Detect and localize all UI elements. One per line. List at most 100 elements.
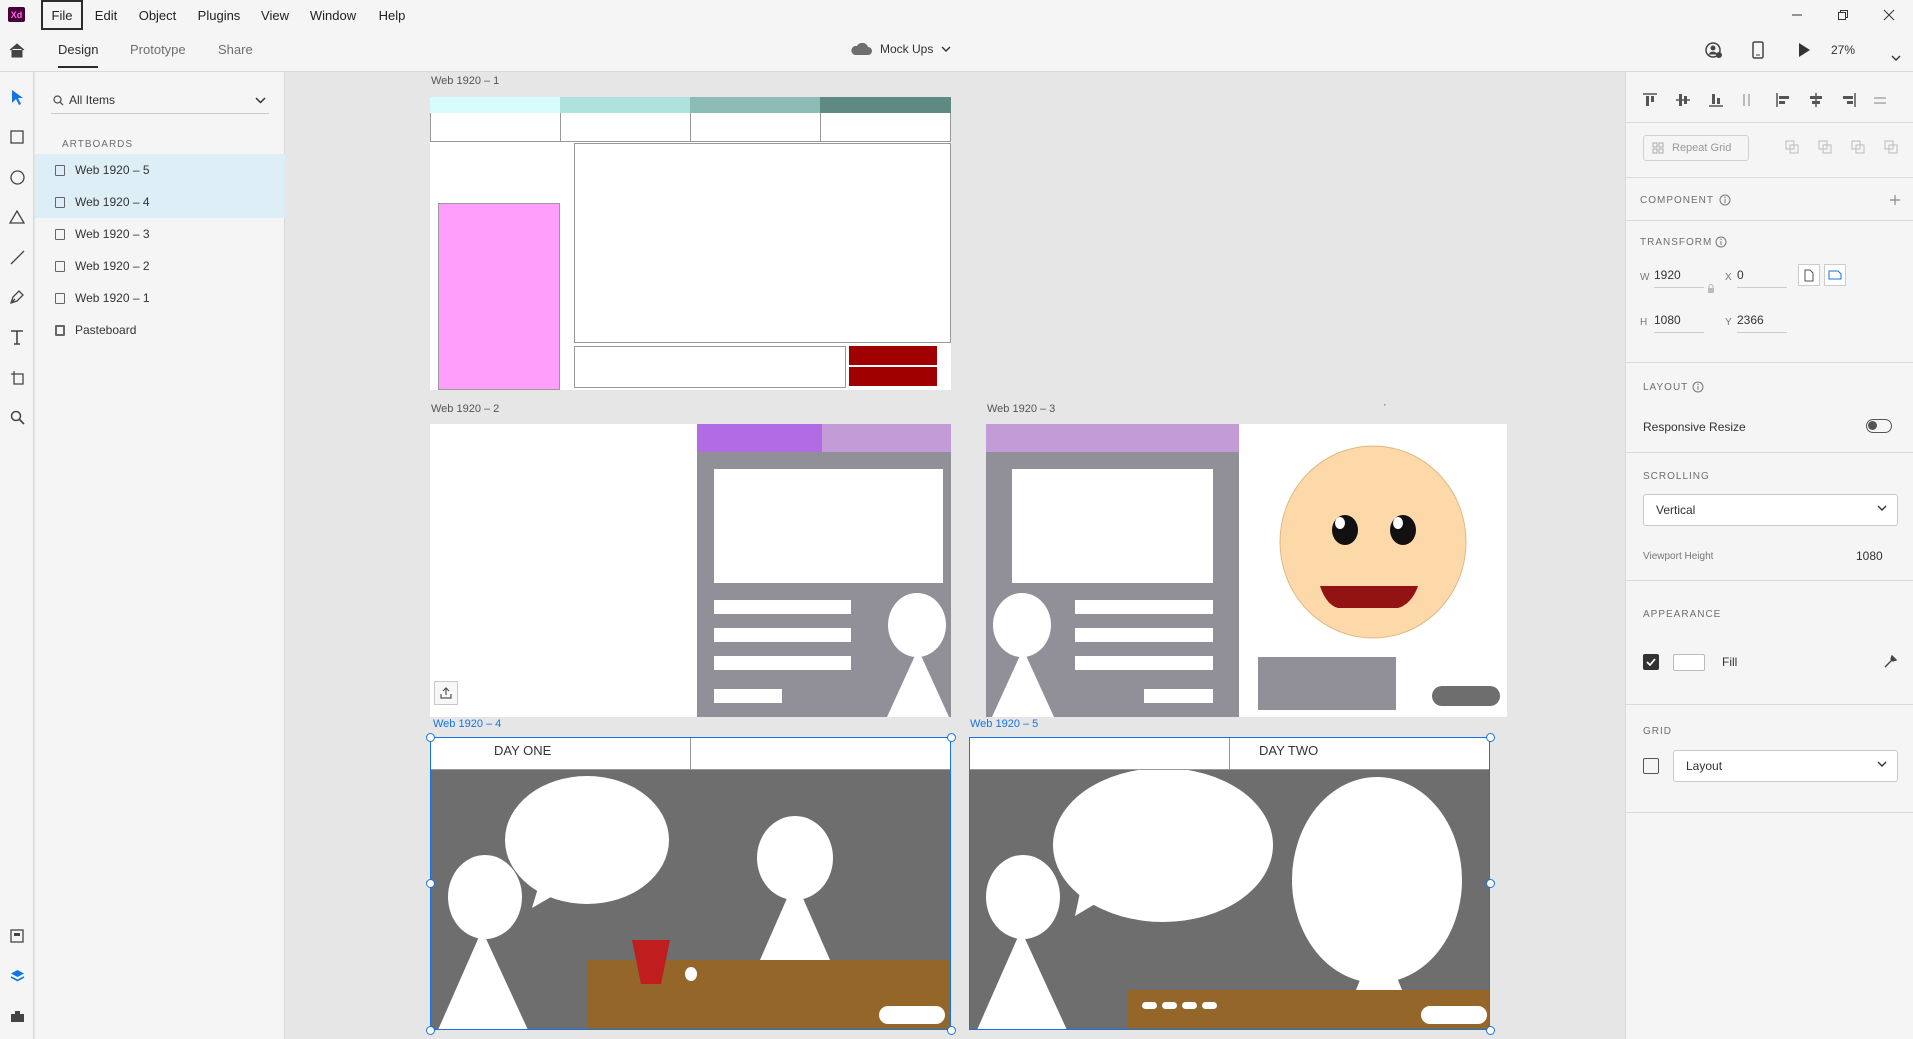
artboard-icon [55,292,65,304]
menu-bar: Xd File Edit Object Plugins View Window … [0,0,1913,30]
distribute-horizontal-icon[interactable] [1870,90,1890,110]
tab-share[interactable]: Share [218,42,253,57]
line-tool-icon[interactable] [6,246,28,268]
grid-checkbox[interactable] [1643,758,1659,774]
resize-handle[interactable] [947,1026,956,1035]
fill-color-swatch[interactable] [1673,654,1705,671]
lock-aspect-icon[interactable] [1707,284,1715,294]
layer-item-web-1920-4[interactable]: Web 1920 – 4 [35,186,285,218]
top-bar: Mock Ups 27% [0,30,1913,72]
tab-design[interactable]: Design [58,42,98,57]
device-preview-icon[interactable] [1752,41,1764,64]
pen-tool-icon[interactable] [6,286,28,308]
artboard-label-4[interactable]: Web 1920 – 4 [433,718,501,730]
zoom-level[interactable]: 27% [1831,43,1855,57]
menu-edit[interactable]: Edit [90,0,122,30]
menu-plugins[interactable]: Plugins [195,0,243,30]
layer-item-web-1920-2[interactable]: Web 1920 – 2 [35,250,285,282]
plugins-icon[interactable] [6,1005,28,1027]
play-preview-icon[interactable] [1797,42,1811,63]
separator [1626,177,1913,178]
portrait-orientation-icon[interactable] [1798,264,1820,286]
repeat-grid-button[interactable]: Repeat Grid [1643,135,1749,161]
boolean-subtract-icon[interactable] [1816,138,1834,156]
design-canvas[interactable]: Web 1920 – 1 Web 1920 – 2 Web 1920 – 3 · [285,72,1625,1039]
align-center-icon[interactable] [1806,90,1826,110]
layer-item-web-1920-5[interactable]: Web 1920 – 5 [35,154,285,186]
document-title-menu[interactable]: Mock Ups [850,42,951,56]
resize-handle[interactable] [1486,879,1495,888]
share-user-icon[interactable] [1705,42,1723,65]
zoom-tool-icon[interactable] [6,406,28,428]
text-tool-icon[interactable] [6,326,28,348]
restore-icon[interactable] [1820,0,1866,30]
resize-handle[interactable] [1486,1026,1495,1035]
artboard-label-3[interactable]: Web 1920 – 3 [987,403,1055,415]
responsive-resize-toggle[interactable] [1866,419,1892,433]
ellipse-tool-icon[interactable] [6,166,28,188]
artboard-web-1920-2[interactable] [430,424,951,717]
boolean-add-icon[interactable] [1783,138,1801,156]
y-input[interactable]: 2366 [1737,313,1787,333]
menu-view[interactable]: View [258,0,292,30]
menu-window[interactable]: Window [307,0,359,30]
align-right-icon[interactable] [1839,90,1859,110]
distribute-vertical-icon[interactable] [1736,90,1756,110]
add-component-icon[interactable] [1889,194,1901,206]
polygon-tool-icon[interactable] [6,206,28,228]
minimize-icon[interactable] [1774,0,1820,30]
boolean-exclude-icon[interactable] [1882,138,1900,156]
layer-label: Web 1920 – 5 [75,163,150,177]
eyedropper-icon[interactable] [1883,654,1898,669]
assets-icon[interactable] [6,925,28,947]
menu-object[interactable]: Object [135,0,180,30]
resize-handle[interactable] [426,733,435,742]
fill-checkbox[interactable] [1643,654,1659,670]
x-input[interactable]: 0 [1737,268,1787,288]
height-input[interactable]: 1080 [1654,313,1704,333]
tab-prototype[interactable]: Prototype [130,42,186,57]
image-placeholder [1012,469,1213,583]
artboard-label-2[interactable]: Web 1920 – 2 [431,403,499,415]
layer-label: Web 1920 – 2 [75,259,150,273]
home-icon[interactable] [8,42,26,63]
boolean-intersect-icon[interactable] [1849,138,1867,156]
layer-item-web-1920-1[interactable]: Web 1920 – 1 [35,282,285,314]
layers-icon[interactable] [6,965,28,987]
grid-section-title: GRID [1643,726,1672,737]
select-tool-icon[interactable] [6,86,28,108]
rectangle-tool-icon[interactable] [6,126,28,148]
layer-item-pasteboard[interactable]: Pasteboard [35,314,285,346]
info-icon[interactable] [1692,381,1704,393]
info-icon[interactable] [1719,194,1731,206]
artboard-web-1920-1[interactable] [430,97,951,390]
menu-file[interactable]: File [41,0,83,30]
zoom-chevron-icon[interactable] [1891,48,1901,66]
text-line [714,628,851,642]
align-bottom-icon[interactable] [1706,90,1726,110]
resize-handle[interactable] [1486,733,1495,742]
artboard-label-5[interactable]: Web 1920 – 5 [970,718,1038,730]
artboard-label-1[interactable]: Web 1920 – 1 [431,75,499,87]
share-icon[interactable] [434,681,458,705]
close-icon[interactable] [1866,0,1912,30]
artboard-web-1920-3[interactable] [986,424,1507,717]
align-left-icon[interactable] [1773,90,1793,110]
viewport-height-input[interactable]: 1080 [1856,549,1883,563]
grid-type-dropdown[interactable]: Layout [1673,750,1898,782]
align-middle-icon[interactable] [1673,90,1693,110]
info-icon[interactable] [1715,236,1727,248]
width-input[interactable]: 1920 [1654,268,1704,288]
layers-filter[interactable]: All Items [51,86,269,114]
artboard-tool-icon[interactable] [6,366,28,388]
landscape-orientation-icon[interactable] [1824,264,1846,286]
viewport-height-label: Viewport Height [1643,551,1714,562]
resize-handle[interactable] [426,1026,435,1035]
align-top-icon[interactable] [1640,90,1660,110]
scrolling-dropdown[interactable]: Vertical [1643,494,1898,526]
pasteboard-icon [55,324,65,336]
menu-help[interactable]: Help [374,0,410,30]
layer-item-web-1920-3[interactable]: Web 1920 – 3 [35,218,285,250]
resize-handle[interactable] [426,879,435,888]
resize-handle[interactable] [947,733,956,742]
